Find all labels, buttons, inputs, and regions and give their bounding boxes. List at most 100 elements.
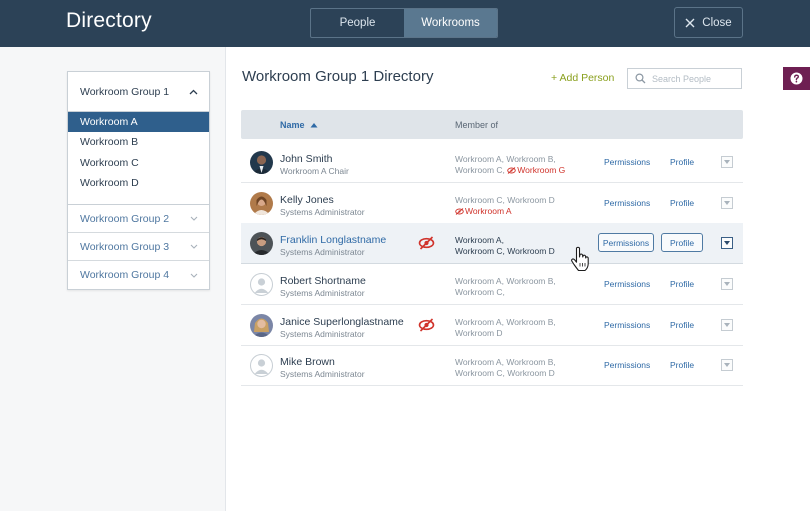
person-name: Kelly Jones	[280, 194, 334, 206]
view-toggle: People Workrooms	[310, 8, 498, 38]
member-of-list: Workroom C, Workroom D Workroom A	[455, 195, 580, 217]
person-name: Mike Brown	[280, 356, 335, 368]
tab-workrooms[interactable]: Workrooms	[404, 9, 497, 37]
question-icon	[790, 72, 803, 85]
add-person-button[interactable]: + Add Person	[551, 72, 614, 84]
hand-pointer-icon	[571, 246, 589, 272]
chevron-down-icon	[190, 216, 198, 221]
row-menu-dropdown[interactable]	[721, 278, 733, 290]
close-button[interactable]: Close	[674, 7, 743, 38]
table-row: Janice Superlonglastname Systems Adminis…	[241, 305, 743, 346]
group-label: Workroom Group 3	[80, 240, 170, 253]
accordion-header-group-3[interactable]: Workroom Group 3	[68, 233, 209, 262]
permissions-button[interactable]: Permissions	[604, 279, 650, 289]
search-box	[627, 68, 742, 89]
profile-button[interactable]: Profile	[661, 233, 703, 252]
permissions-button[interactable]: Permissions	[598, 233, 654, 252]
app-header: Directory People Workrooms Close	[0, 0, 810, 47]
hidden-workroom: Workroom A	[455, 206, 512, 216]
help-button[interactable]	[783, 67, 810, 90]
workroom-list: Workroom A Workroom B Workroom C Workroo…	[68, 112, 209, 206]
chevron-down-icon	[190, 273, 198, 278]
member-line: Workroom A, Workroom B,	[455, 357, 556, 367]
avatar	[250, 314, 273, 337]
table-row: Robert Shortname Systems Administrator W…	[241, 264, 743, 305]
eye-slash-icon	[418, 236, 435, 250]
member-of-list: Workroom A, Workroom B, Workroom D	[455, 317, 580, 339]
member-of-list: Workroom A, Workroom C, Workroom D	[455, 235, 580, 257]
permissions-button[interactable]: Permissions	[604, 157, 650, 167]
tab-people[interactable]: People	[311, 9, 404, 37]
eye-slash-icon	[418, 318, 435, 332]
member-line: Workroom A, Workroom B,	[455, 317, 556, 327]
row-menu-dropdown[interactable]	[721, 156, 733, 168]
person-role: Workroom A Chair	[280, 166, 349, 176]
group-label: Workroom Group 1	[80, 85, 170, 98]
row-menu-dropdown[interactable]	[721, 237, 733, 249]
accordion-header-group-4[interactable]: Workroom Group 4	[68, 261, 209, 289]
member-line: Workroom D	[455, 328, 503, 338]
app-title: Directory	[66, 9, 152, 32]
person-role: Systems Administrator	[280, 329, 365, 339]
avatar	[250, 273, 273, 296]
caret-down-icon	[724, 282, 730, 286]
member-line: Workroom C, Workroom D	[455, 246, 555, 256]
permissions-button[interactable]: Permissions	[604, 320, 650, 330]
profile-button[interactable]: Profile	[670, 157, 694, 167]
person-name[interactable]: Franklin Longlastname	[280, 234, 386, 246]
member-line: Workroom A, Workroom B,	[455, 154, 556, 164]
caret-down-icon	[724, 363, 730, 367]
person-role: Systems Administrator	[280, 247, 365, 257]
sidebar-item-workroom-c[interactable]: Workroom C	[68, 153, 209, 173]
member-line: Workroom A,	[455, 235, 504, 245]
column-header-member-of: Member of	[455, 120, 499, 130]
avatar	[250, 151, 273, 174]
close-icon	[685, 18, 695, 27]
permissions-button[interactable]: Permissions	[604, 198, 650, 208]
table-row: John Smith Workroom A Chair Workroom A, …	[241, 142, 743, 183]
chevron-up-icon	[189, 89, 198, 94]
row-menu-dropdown[interactable]	[721, 197, 733, 209]
sidebar-item-workroom-b[interactable]: Workroom B	[68, 132, 209, 152]
member-line: Workroom C, Workroom D	[455, 195, 555, 205]
member-of-list: Workroom A, Workroom B, Workroom C,	[455, 276, 580, 298]
caret-down-icon	[724, 201, 730, 205]
group-label: Workroom Group 2	[80, 212, 170, 225]
profile-button[interactable]: Profile	[670, 360, 694, 370]
member-line: Workroom A, Workroom B,	[455, 276, 556, 286]
person-role: Systems Administrator	[280, 369, 365, 379]
accordion-header-group-1[interactable]: Workroom Group 1	[68, 72, 209, 112]
accordion-header-group-2[interactable]: Workroom Group 2	[68, 205, 209, 234]
permissions-button[interactable]: Permissions	[604, 360, 650, 370]
member-line: Workroom C, Workroom G	[455, 165, 566, 175]
person-role: Systems Administrator	[280, 207, 365, 217]
member-of-list: Workroom A, Workroom B, Workroom C, Work…	[455, 154, 580, 176]
table-row: Mike Brown Systems Administrator Workroo…	[241, 345, 743, 386]
profile-button[interactable]: Profile	[670, 198, 694, 208]
avatar	[250, 192, 273, 215]
table-row: Kelly Jones Systems Administrator Workro…	[241, 183, 743, 224]
member-line: Workroom A	[455, 206, 580, 217]
sidebar-item-workroom-d[interactable]: Workroom D	[68, 173, 209, 193]
table-row: Franklin Longlastname Systems Administra…	[241, 223, 743, 264]
caret-down-icon	[724, 241, 730, 245]
column-header-label: Name	[280, 120, 305, 130]
hidden-workroom: Workroom G	[507, 165, 565, 175]
table-header: Name Member of	[241, 110, 743, 139]
profile-button[interactable]: Profile	[670, 279, 694, 289]
group-label: Workroom Group 4	[80, 269, 170, 282]
person-name: Janice Superlonglastname	[280, 316, 404, 328]
row-menu-dropdown[interactable]	[721, 319, 733, 331]
search-input[interactable]	[652, 73, 737, 84]
column-header-name[interactable]: Name	[280, 120, 318, 130]
profile-button[interactable]: Profile	[670, 320, 694, 330]
avatar	[250, 354, 273, 377]
search-icon	[635, 73, 646, 84]
person-name: Robert Shortname	[280, 275, 366, 287]
sidebar-item-workroom-a[interactable]: Workroom A	[68, 112, 209, 133]
row-menu-dropdown[interactable]	[721, 359, 733, 371]
sort-ascending-icon	[310, 123, 318, 128]
person-role: Systems Administrator	[280, 288, 365, 298]
person-name: John Smith	[280, 153, 333, 165]
workroom-group-accordion: Workroom Group 1 Workroom A Workroom B W…	[67, 71, 210, 291]
